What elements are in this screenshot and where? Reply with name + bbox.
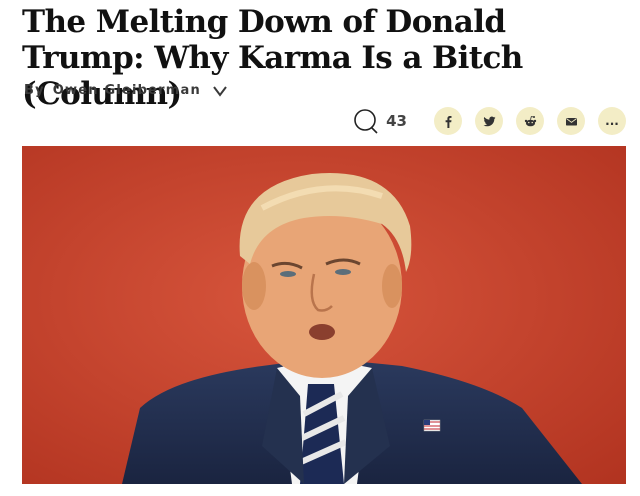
facebook-share-button[interactable] bbox=[434, 107, 462, 135]
hero-image bbox=[22, 146, 626, 484]
reddit-icon bbox=[524, 115, 536, 126]
more-share-button[interactable]: ... bbox=[598, 107, 626, 135]
more-icon: ... bbox=[605, 114, 619, 128]
email-icon bbox=[565, 117, 577, 125]
facebook-icon bbox=[445, 115, 451, 128]
comment-count: 43 bbox=[386, 112, 407, 130]
byline: By Owen Gleiberman bbox=[24, 83, 227, 98]
twitter-share-button[interactable] bbox=[475, 107, 503, 135]
comment-bubble-icon bbox=[354, 109, 378, 134]
author-name-link[interactable]: Owen Gleiberman bbox=[53, 83, 201, 98]
reddit-share-button[interactable] bbox=[516, 107, 544, 135]
byline-prefix: By bbox=[24, 83, 45, 98]
comments-button[interactable]: 43 bbox=[353, 108, 407, 134]
social-bar: 43 ... bbox=[353, 107, 626, 135]
twitter-icon bbox=[483, 116, 495, 126]
donald-trump-portrait bbox=[22, 146, 626, 484]
chevron-down-icon[interactable] bbox=[213, 84, 227, 98]
email-share-button[interactable] bbox=[557, 107, 585, 135]
